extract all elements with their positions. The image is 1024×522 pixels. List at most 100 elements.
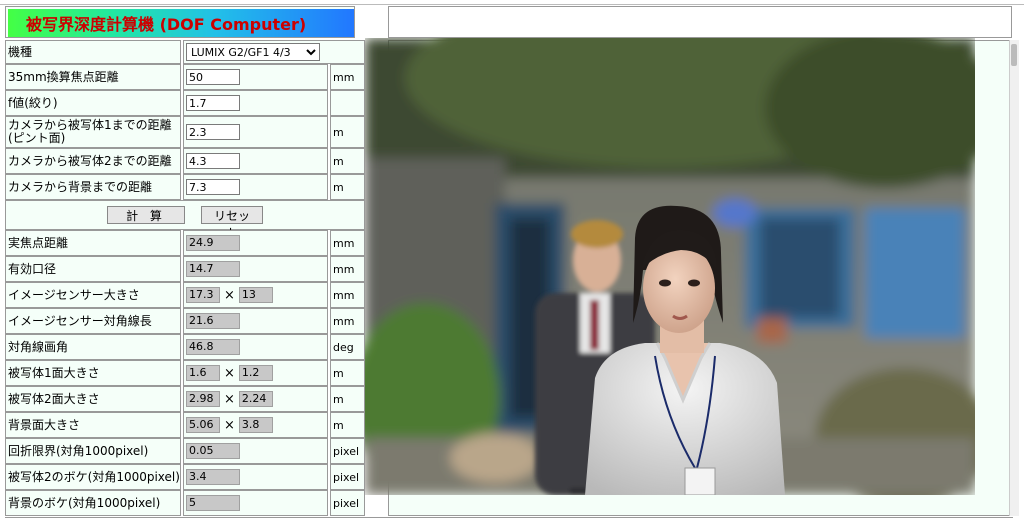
diagonal-angle-value: 46.8 [186, 339, 240, 355]
subject2-plane-height: 2.24 [238, 391, 273, 407]
diagonal-angle-unit: deg [330, 334, 365, 360]
input-row-subject1-distance: カメラから被写体1までの距離(ピント面) m [5, 116, 365, 148]
subject1-plane-height: 1.2 [238, 365, 273, 381]
aperture-label: 有効口径 [5, 256, 181, 282]
subject1-distance-unit: m [330, 116, 365, 148]
output-row-subject1-plane: 被写体1面大きさ 1.6 × 1.2 m [5, 360, 365, 386]
calculate-button[interactable]: 計 算 [107, 206, 185, 224]
focal-length-label: 35mm換算焦点距離 [5, 64, 181, 90]
output-row-subject2-bokeh: 被写体2のボケ(対角1000pixel) 3.4 pixel [5, 464, 365, 490]
model-select[interactable]: LUMIX G2/GF1 4/3 [186, 43, 320, 61]
subject2-bokeh-label: 被写体2のボケ(対角1000pixel) [5, 464, 181, 490]
subject2-distance-label: カメラから被写体2までの距離 [5, 148, 181, 174]
model-row: 機種 LUMIX G2/GF1 4/3 [5, 40, 365, 64]
buttons-row: 計 算 リセット [5, 200, 365, 240]
actual-focal-cell: 24.9 [183, 230, 328, 256]
fnumber-unit [330, 90, 365, 116]
background-distance-cell [183, 174, 328, 200]
sensor-size-cell: 17.3 × 13 [183, 282, 328, 308]
diffraction-unit: pixel [330, 438, 365, 464]
title-cell: 被写界深度計算機 (DOF Computer) [5, 6, 355, 38]
times-sign: × [224, 287, 235, 303]
background-bokeh-cell: 5 [183, 490, 328, 516]
model-select-cell: LUMIX G2/GF1 4/3 [183, 40, 365, 64]
output-row-diffraction: 回折限界(対角1000pixel) 0.05 pixel [5, 438, 365, 464]
diffraction-label: 回折限界(対角1000pixel) [5, 438, 181, 464]
sensor-diagonal-value: 21.6 [186, 313, 240, 329]
subject1-distance-cell [183, 116, 328, 148]
subject2-distance-input[interactable] [186, 153, 240, 169]
buttons-cell: 計 算 リセット [5, 200, 365, 240]
model-label: 機種 [5, 40, 181, 64]
subject2-bokeh-unit: pixel [330, 464, 365, 490]
times-sign: × [224, 391, 235, 407]
bottom-border [5, 517, 1013, 518]
sensor-size-unit: mm [330, 282, 365, 308]
background-plane-cell: 5.06 × 3.8 [183, 412, 328, 438]
input-row-subject2-distance: カメラから被写体2までの距離 m [5, 148, 365, 174]
input-row-background-distance: カメラから背景までの距離 m [5, 174, 365, 200]
sensor-diagonal-unit: mm [330, 308, 365, 334]
subject1-distance-label: カメラから被写体1までの距離(ピント面) [5, 116, 181, 148]
diagonal-angle-cell: 46.8 [183, 334, 328, 360]
diffraction-cell: 0.05 [183, 438, 328, 464]
output-row-background-bokeh: 背景のボケ(対角1000pixel) 5 pixel [5, 490, 365, 516]
sensor-diagonal-cell: 21.6 [183, 308, 328, 334]
subject2-bokeh-value: 3.4 [186, 469, 240, 485]
aperture-value: 14.7 [186, 261, 240, 277]
input-row-fnumber: f値(絞り) [5, 90, 365, 116]
background-bokeh-unit: pixel [330, 490, 365, 516]
sensor-size-label: イメージセンサー大きさ [5, 282, 181, 308]
diagonal-angle-label: 対角線画角 [5, 334, 181, 360]
output-row-subject2-plane: 被写体2面大きさ 2.98 × 2.24 m [5, 386, 365, 412]
focal-length-unit: mm [330, 64, 365, 90]
background-bokeh-label: 背景のボケ(対角1000pixel) [5, 490, 181, 516]
output-row-sensor-diagonal: イメージセンサー対角線長 21.6 mm [5, 308, 365, 334]
subject1-distance-input[interactable] [186, 124, 240, 140]
page-title: 被写界深度計算機 (DOF Computer) [8, 9, 354, 37]
sensor-width-value: 17.3 [186, 287, 220, 303]
output-row-aperture: 有効口径 14.7 mm [5, 256, 365, 282]
background-distance-label: カメラから背景までの距離 [5, 174, 181, 200]
background-plane-label: 背景面大きさ [5, 412, 181, 438]
output-row-background-plane: 背景面大きさ 5.06 × 3.8 m [5, 412, 365, 438]
header-empty-cell [388, 6, 1012, 38]
subject2-plane-unit: m [330, 386, 365, 412]
aperture-unit: mm [330, 256, 365, 282]
subject1-plane-unit: m [330, 360, 365, 386]
output-row-sensor-size: イメージセンサー大きさ 17.3 × 13 mm [5, 282, 365, 308]
focal-length-input[interactable] [186, 69, 240, 85]
dof-preview-image [365, 38, 975, 495]
sensor-height-value: 13 [238, 287, 273, 303]
preview-scrollbar[interactable] [1009, 40, 1019, 516]
actual-focal-unit: mm [330, 230, 365, 256]
times-sign: × [224, 365, 235, 381]
background-distance-input[interactable] [186, 179, 240, 195]
reset-button[interactable]: リセット [201, 206, 263, 240]
scrollbar-thumb[interactable] [1011, 44, 1017, 66]
subject1-plane-label: 被写体1面大きさ [5, 360, 181, 386]
background-plane-height: 3.8 [238, 417, 273, 433]
actual-focal-label: 実焦点距離 [5, 230, 181, 256]
subject2-plane-cell: 2.98 × 2.24 [183, 386, 328, 412]
times-sign: × [224, 417, 235, 433]
subject1-plane-cell: 1.6 × 1.2 [183, 360, 328, 386]
top-strip [0, 0, 1024, 5]
subject2-distance-cell [183, 148, 328, 174]
subject2-bokeh-cell: 3.4 [183, 464, 328, 490]
focal-length-cell [183, 64, 328, 90]
subject1-plane-width: 1.6 [186, 365, 220, 381]
subject2-plane-label: 被写体2面大きさ [5, 386, 181, 412]
fnumber-input[interactable] [186, 95, 240, 111]
output-row-diagonal-angle: 対角線画角 46.8 deg [5, 334, 365, 360]
fnumber-cell [183, 90, 328, 116]
sensor-diagonal-label: イメージセンサー対角線長 [5, 308, 181, 334]
subject2-distance-unit: m [330, 148, 365, 174]
background-bokeh-value: 5 [186, 495, 240, 511]
fnumber-label: f値(絞り) [5, 90, 181, 116]
output-row-actual-focal: 実焦点距離 24.9 mm [5, 230, 365, 256]
actual-focal-value: 24.9 [186, 235, 240, 251]
input-row-focal-length: 35mm換算焦点距離 mm [5, 64, 365, 90]
background-distance-unit: m [330, 174, 365, 200]
aperture-cell: 14.7 [183, 256, 328, 282]
